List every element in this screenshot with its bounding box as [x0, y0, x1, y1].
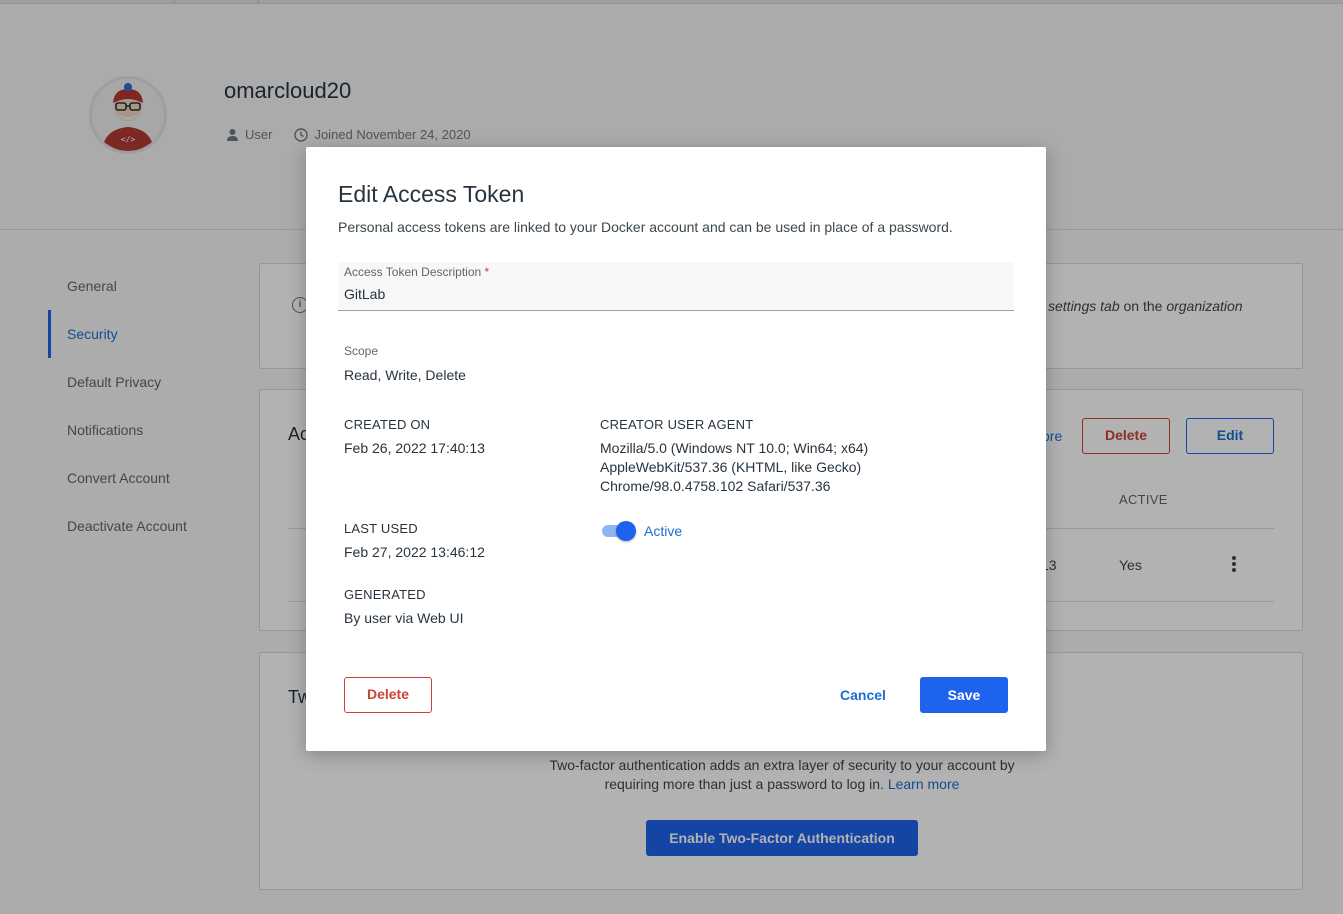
dialog-subtitle: Personal access tokens are linked to you… [338, 219, 953, 235]
scope-label: Scope [344, 344, 379, 358]
token-description-field[interactable]: Access Token Description * [338, 262, 1014, 311]
creator-user-agent-label: CREATOR USER AGENT [600, 417, 754, 432]
dialog-title: Edit Access Token [338, 181, 525, 207]
last-used-label: LAST USED [344, 521, 418, 536]
edit-access-token-dialog: Edit Access Token Personal access tokens… [306, 147, 1046, 751]
token-description-input[interactable] [344, 286, 1004, 302]
created-on-label: CREATED ON [344, 417, 431, 432]
generated-value: By user via Web UI [344, 610, 464, 626]
required-asterisk: * [484, 265, 490, 279]
user-agent-line: Chrome/98.0.4758.102 Safari/537.36 [600, 478, 831, 494]
dialog-delete-button[interactable]: Delete [344, 677, 432, 713]
toggle-knob [616, 521, 636, 541]
created-on-value: Feb 26, 2022 17:40:13 [344, 440, 485, 456]
user-agent-line: AppleWebKit/537.36 (KHTML, like Gecko) [600, 459, 862, 475]
user-agent-line: Mozilla/5.0 (Windows NT 10.0; Win64; x64… [600, 440, 869, 456]
creator-user-agent-value: Mozilla/5.0 (Windows NT 10.0; Win64; x64… [600, 439, 868, 496]
dialog-save-button[interactable]: Save [920, 677, 1008, 713]
active-toggle-label: Active [644, 523, 683, 539]
generated-label: GENERATED [344, 587, 426, 602]
active-toggle[interactable] [600, 520, 636, 541]
last-used-value: Feb 27, 2022 13:46:12 [344, 544, 485, 560]
token-description-label-text: Access Token Description [344, 265, 482, 279]
scope-value: Read, Write, Delete [344, 367, 466, 383]
token-description-label: Access Token Description * [344, 265, 489, 279]
dialog-cancel-button[interactable]: Cancel [826, 677, 900, 713]
